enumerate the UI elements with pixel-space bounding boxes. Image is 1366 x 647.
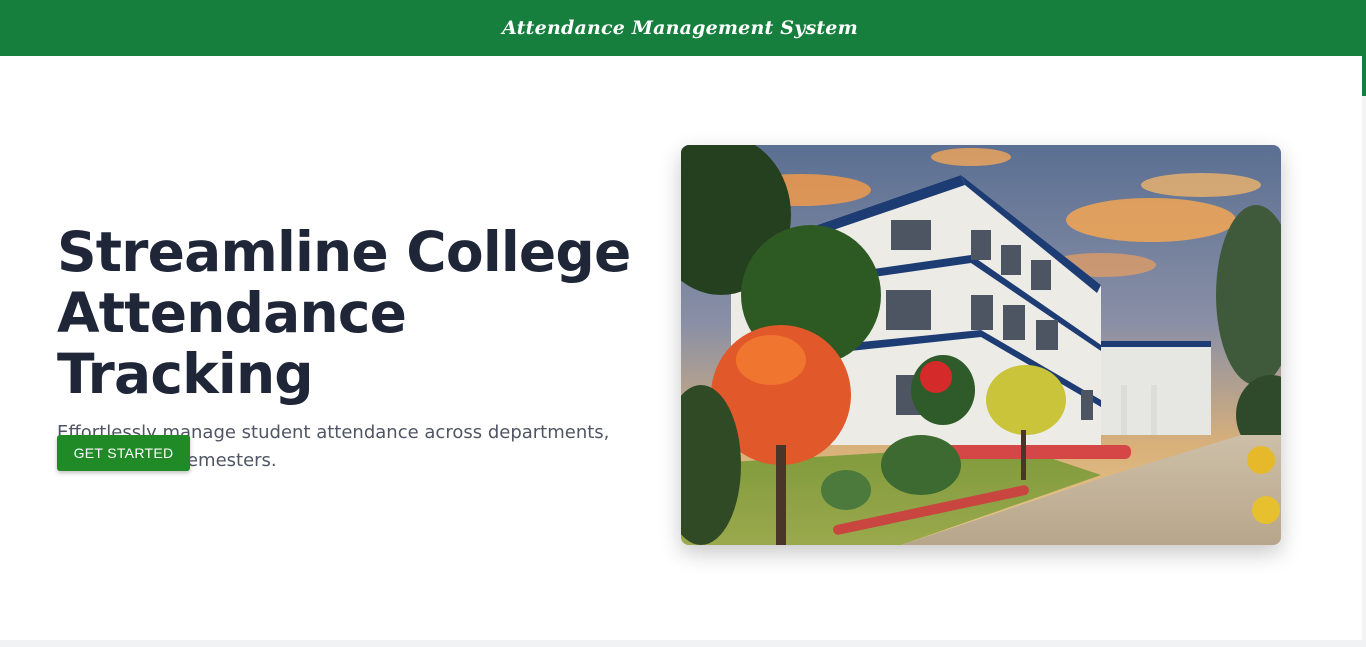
campus-image: [681, 145, 1281, 545]
scrollbar[interactable]: [1362, 0, 1366, 647]
campus-illustration: [681, 145, 1281, 545]
page-bottom-divider: [0, 640, 1366, 647]
hero-title-line1: Streamline College: [57, 220, 631, 284]
top-header: Attendance Management System: [0, 0, 1366, 56]
scrollbar-thumb[interactable]: [1362, 0, 1366, 96]
hero-title-line2: Attendance Tracking: [57, 281, 407, 406]
app-title: Attendance Management System: [502, 17, 858, 39]
hero-title: Streamline College Attendance Tracking: [57, 222, 672, 405]
get-started-button[interactable]: GET STARTED: [57, 435, 190, 471]
